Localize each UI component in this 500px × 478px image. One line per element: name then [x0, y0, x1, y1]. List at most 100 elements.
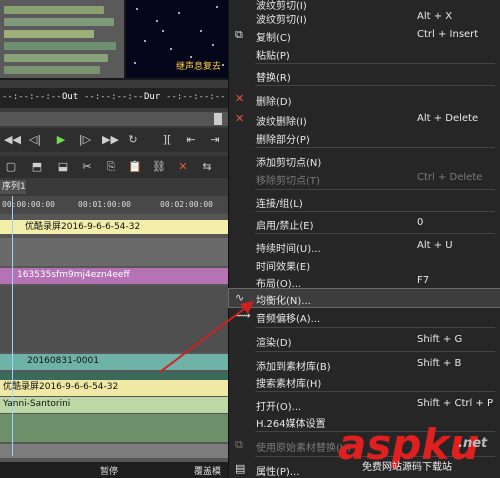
timeline-scrollbar[interactable]	[0, 444, 228, 458]
menu-item-layout[interactable]: 布局(O)... F7	[229, 272, 500, 290]
properties-icon: ▤	[235, 462, 246, 475]
paste-icon[interactable]: 📋	[128, 160, 142, 174]
open-icon[interactable]: ⬒	[30, 160, 44, 174]
play-icon[interactable]: ▶	[54, 133, 68, 147]
delete-icon[interactable]: ✕	[176, 160, 190, 174]
clip-label: 163535sfm9mj4ezn4eeff	[17, 270, 130, 280]
preview-caption: 继声息复去	[176, 62, 222, 72]
clip-video-1[interactable]: 优酷录屏2016-9-6-6-54-32	[0, 220, 228, 234]
menu-item-label: 删除(D)	[256, 97, 292, 108]
clip-label: 优酷录屏2016-9-6-6-54-32	[3, 382, 119, 392]
fast-forward-icon[interactable]: ▶▶	[102, 133, 119, 147]
menu-item-label: 波纹剪切(I)	[256, 15, 307, 26]
menu-item-add-cut-point[interactable]: 添加剪切点(N)	[229, 151, 500, 169]
scrub-handle[interactable]	[214, 113, 222, 125]
mark-in-icon[interactable]: ][	[160, 133, 174, 147]
menu-separator	[255, 85, 495, 86]
menu-item-audio-offset[interactable]: ⟿ 音频偏移(A)...	[229, 307, 500, 325]
menu-item-render[interactable]: 渲染(D) Shift + G	[229, 331, 500, 349]
audio-waveform	[0, 414, 228, 442]
step-back-icon[interactable]: ◁|	[28, 133, 42, 147]
waveform-icon: ∿	[235, 291, 245, 304]
menu-item-shortcut: 0	[417, 217, 424, 228]
menu-item-ripple-cut[interactable]: 波纹剪切(I) Alt + X	[229, 8, 500, 26]
track-empty	[0, 372, 228, 380]
ruler-tick-1: 00:01:00:00	[78, 200, 131, 209]
rewind-icon[interactable]: ◀◀	[4, 133, 21, 147]
menu-item-replace[interactable]: 替换(R)	[229, 66, 500, 84]
editor-panel: 继声息复去 --:--:--:-- Out --:--:--:-- Dur --…	[0, 0, 228, 478]
menu-item-label: 添加到素材库(B)	[256, 362, 331, 373]
mark-out-icon[interactable]: ⇤	[184, 133, 198, 147]
context-menu: 波纹剪切(I) 波纹剪切(I) Alt + X ⧉ 复制(C) Ctrl + Inse…	[228, 0, 500, 478]
clip-audio-2[interactable]: Yanni-Santorini	[0, 397, 228, 413]
watermark-net: .net	[458, 436, 488, 451]
menu-item-link-group[interactable]: 连接/组(L)	[229, 192, 500, 210]
copy-icon[interactable]: ⎘	[104, 160, 118, 174]
menu-item-label: 使用原始素材替换(U)	[256, 443, 352, 454]
overwrite-status: 覆盖模	[194, 467, 222, 477]
clip-video-2[interactable]: 163535sfm9mj4ezn4eeff	[0, 268, 228, 284]
timeline-ruler[interactable]: 00:00:00:00 00:01:00:00 00:02:00:00	[0, 196, 228, 214]
step-forward-icon[interactable]: |▷	[78, 133, 92, 147]
clip-audio-1[interactable]: 优酷录屏2016-9-6-6-54-32	[0, 380, 228, 396]
menu-item-label: 连接/组(L)	[256, 199, 303, 210]
clip-label: 20160831-0001	[27, 356, 99, 366]
menu-item-label: 持续时间(U)...	[256, 244, 321, 255]
menu-item-delete-part[interactable]: 删除部分(P)	[229, 128, 500, 146]
timeline-toolbar: ▢ ⬒ ⬓ ✂ ⎘ 📋 ⛓ ✕ ⇆	[0, 156, 228, 178]
menu-separator	[255, 63, 495, 64]
menu-item-label: 启用/禁止(E)	[256, 221, 314, 232]
starfield-preview: 继声息复去	[126, 0, 228, 78]
menu-item-label: 打开(O)...	[256, 402, 302, 413]
ruler-tick-0: 00:00:00:00	[2, 200, 55, 209]
menu-item-ripple-delete[interactable]: ✕ 波纹删除(I) Alt + Delete	[229, 110, 500, 128]
playhead[interactable]	[12, 196, 13, 456]
new-icon[interactable]: ▢	[4, 160, 18, 174]
source-thumbnail	[0, 0, 124, 78]
menu-item-add-to-bin[interactable]: 添加到素材库(B) Shift + B	[229, 355, 500, 373]
menu-item-copy[interactable]: ⧉ 复制(C) Ctrl + Insert	[229, 26, 500, 44]
menu-item-label: H.264媒体设置	[256, 419, 326, 430]
track-empty	[0, 238, 228, 266]
menu-item-label: 布局(O)...	[256, 279, 302, 290]
menu-item-label: 波纹删除(I)	[256, 117, 307, 128]
save-icon[interactable]: ⬓	[56, 160, 70, 174]
insert-icon[interactable]: ⇥	[208, 133, 222, 147]
menu-item-open[interactable]: 打开(O)... Shift + Ctrl + P	[229, 395, 500, 413]
menu-item-time-effect[interactable]: 时间效果(E)	[229, 255, 500, 273]
menu-item-shortcut: Alt + Delete	[417, 113, 479, 124]
menu-item-duration[interactable]: 持续时间(U)... Alt + U	[229, 237, 500, 255]
menu-item-paste[interactable]: 粘贴(P)	[229, 44, 500, 62]
menu-separator	[255, 211, 495, 212]
menu-item-delete[interactable]: ✕ 删除(D)	[229, 90, 500, 108]
status-bar: 暂停 覆盖模	[0, 462, 228, 478]
menu-item-shortcut: Shift + G	[417, 334, 463, 345]
loop-icon[interactable]: ↻	[126, 133, 140, 147]
ruler-tick-2: 00:02:00:00	[160, 200, 213, 209]
menu-item-enable-disable[interactable]: 启用/禁止(E) 0	[229, 214, 500, 232]
cut-icon[interactable]: ✂	[80, 160, 94, 174]
transport-controls: ◀◀ ◁| ▶ |▷ ▶▶ ↻ ][ ⇤ ⇥	[0, 128, 228, 152]
menu-item-shortcut: Alt + U	[417, 240, 453, 251]
menu-item-label: 音频偏移(A)...	[256, 314, 321, 325]
menu-item-label: 属性(P)...	[256, 467, 300, 478]
delete-icon: ✕	[235, 92, 245, 105]
menu-item-normalize[interactable]: ∿ 均衡化(N)...	[228, 288, 500, 308]
scrub-bar[interactable]	[0, 112, 228, 126]
menu-item-shortcut: Shift + B	[417, 358, 462, 369]
replace-icon: ⧉	[235, 438, 243, 451]
menu-item-label: 时间效果(E)	[256, 262, 311, 273]
menu-item-search-bin[interactable]: 搜索素材库(H)	[229, 372, 500, 390]
menu-item-label: 删除部分(P)	[256, 135, 310, 146]
timecode-bar: --:--:--:-- Out --:--:--:-- Dur --:--:--…	[0, 88, 228, 108]
sequence-tab[interactable]: 序列1	[0, 180, 26, 194]
out-label: Out	[62, 92, 79, 102]
link-icon[interactable]: ⛓	[152, 160, 166, 174]
menu-item-shortcut: Ctrl + Delete	[417, 172, 483, 183]
dur-label: Dur	[144, 92, 161, 102]
menu-separator	[255, 147, 495, 148]
timeline-tracks: 优酷录屏2016-9-6-6-54-32 163535sfm9mj4ezn4ee…	[0, 214, 228, 464]
ripple-icon[interactable]: ⇆	[200, 160, 214, 174]
clip-video-3[interactable]: 20160831-0001	[0, 354, 228, 370]
